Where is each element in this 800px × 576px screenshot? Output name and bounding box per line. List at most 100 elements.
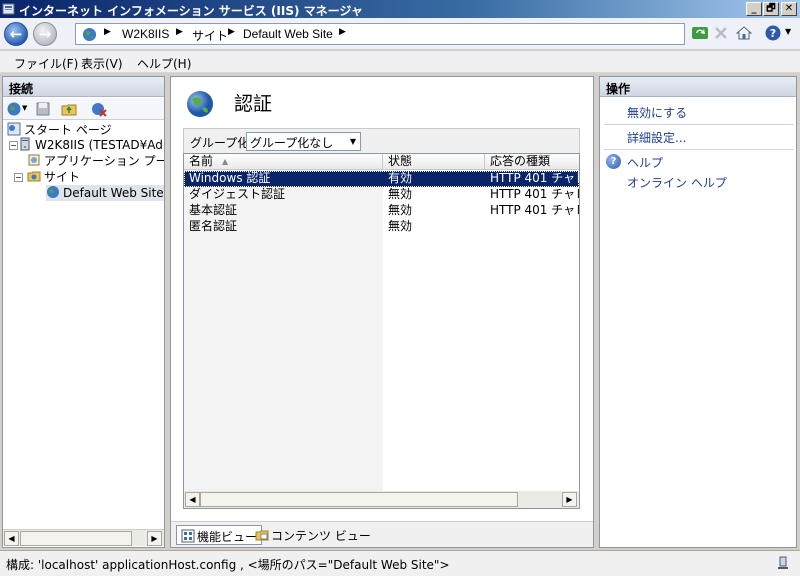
back-arrow-icon: ← <box>9 25 23 43</box>
tree-item-start-page[interactable]: スタート ページ <box>7 122 112 138</box>
scroll-left-icon[interactable]: ◀ <box>4 531 19 546</box>
connections-title: 接続 <box>3 77 164 97</box>
breadcrumb-server[interactable]: W2K8IIS <box>122 27 169 41</box>
column-header-label: 状態 <box>388 154 413 168</box>
refresh-icon[interactable] <box>691 24 709 42</box>
window-title: インターネット インフォメーション サービス (IIS) マネージャ <box>19 4 363 18</box>
tree-item-label: Default Web Site <box>63 186 164 200</box>
connections-panel: 接続 ▼ スタート ページ − W2K8IIS (TESTAD¥Administ… <box>2 76 165 548</box>
page-title: 認証 <box>234 93 273 115</box>
tree-item-app-pools[interactable]: アプリケーション プール <box>27 153 164 169</box>
column-header-label: 名前 <box>189 154 214 168</box>
sort-ascending-icon: ▲ <box>222 157 229 166</box>
help-icon[interactable]: ? <box>606 154 621 169</box>
actions-panel: 操作 無効にする 詳細設定... ? ヘルプ オンライン ヘルプ <box>599 76 797 548</box>
close-button[interactable]: ✕ <box>781 2 797 16</box>
table-row[interactable]: 基本認証 無効 HTTP 401 チャレンジ <box>184 203 579 219</box>
minimize-button[interactable]: _ <box>746 2 762 16</box>
group-by-select[interactable]: グループ化なし ▼ <box>246 132 361 151</box>
help-dropdown-icon[interactable]: ▼ <box>785 27 791 36</box>
view-tabs: 機能ビュー コンテンツ ビュー <box>171 521 593 547</box>
connections-tree: スタート ページ − W2K8IIS (TESTAD¥Administrator… <box>3 122 164 527</box>
cell-status: 無効 <box>388 219 413 233</box>
features-view-icon <box>181 529 195 543</box>
tab-label: 機能ビュー <box>197 530 258 544</box>
forward-button[interactable]: → <box>33 22 57 46</box>
up-folder-icon[interactable] <box>61 101 77 117</box>
scroll-right-icon[interactable]: ▶ <box>147 531 162 546</box>
tree-item-sites[interactable]: サイト <box>27 169 80 185</box>
tree-item-label: アプリケーション プール <box>44 154 164 168</box>
chevron-down-icon: ▼ <box>346 133 360 150</box>
cell-status: 無効 <box>388 203 413 217</box>
title-bar: インターネット インフォメーション サービス (IIS) マネージャ _ 🗗 ✕ <box>0 0 800 18</box>
table-row[interactable]: 匿名認証 無効 <box>184 219 579 235</box>
breadcrumb-arrow-icon: ▶ <box>228 27 235 37</box>
scroll-thumb[interactable] <box>200 492 518 507</box>
advanced-settings-link[interactable]: 詳細設定... <box>627 129 686 146</box>
connect-dropdown-icon[interactable]: ▼ <box>22 104 27 112</box>
tab-content-view[interactable]: コンテンツ ビュー <box>251 525 375 545</box>
breadcrumb-arrow-icon[interactable]: ▶ <box>339 27 346 37</box>
cell-name: Windows 認証 <box>189 171 271 185</box>
cell-status: 無効 <box>388 187 413 201</box>
list-header: 名前 ▲ 状態 応答の種類 <box>184 154 579 170</box>
table-row[interactable]: Windows 認証 有効 HTTP 401 チャレンジ <box>184 171 579 187</box>
help-link[interactable]: ヘルプ <box>627 154 663 171</box>
stop-icon[interactable] <box>712 24 730 42</box>
divider <box>604 149 794 150</box>
maximize-button[interactable]: 🗗 <box>763 2 779 16</box>
tree-item-default-web-site[interactable]: Default Web Site <box>46 185 164 201</box>
online-help-link[interactable]: オンライン ヘルプ <box>627 174 727 191</box>
start-page-icon <box>7 122 21 136</box>
cell-name: 匿名認証 <box>189 219 238 233</box>
actions-title: 操作 <box>600 77 796 97</box>
cell-response: HTTP 401 チャレンジ <box>490 187 579 201</box>
divider <box>604 124 794 125</box>
sites-folder-icon <box>27 171 41 182</box>
back-button[interactable]: ← <box>4 22 28 46</box>
save-icon[interactable] <box>35 101 51 117</box>
authentication-globe-icon <box>187 91 213 117</box>
cell-response: HTTP 401 チャレンジ <box>490 171 579 185</box>
breadcrumb-arrow-icon: ▶ <box>176 27 183 37</box>
menu-view[interactable]: 表示(V) <box>81 55 123 72</box>
column-header-response[interactable]: 応答の種類 <box>485 154 579 170</box>
feature-panel: 認証 グループ化: グループ化なし ▼ 名前 ▲ 状態 応答の種類 Window… <box>170 76 594 548</box>
breadcrumb-sites[interactable]: サイト <box>192 27 228 44</box>
status-bar: 構成: 'localhost' applicationHost.config ,… <box>0 550 800 576</box>
iis-app-icon <box>2 3 15 15</box>
collapse-sites-icon[interactable]: − <box>14 173 23 182</box>
group-by-label: グループ化: <box>190 136 254 150</box>
menu-bar: ファイル(F) 表示(V) ヘルプ(H) <box>0 51 800 73</box>
table-row[interactable]: ダイジェスト認証 無効 HTTP 401 チャレンジ <box>184 187 579 203</box>
forward-arrow-icon: → <box>38 25 52 43</box>
tree-item-server[interactable]: W2K8IIS (TESTAD¥Administrator) <box>7 137 164 153</box>
connect-icon[interactable] <box>6 101 22 117</box>
svg-text:?: ? <box>770 27 776 40</box>
menu-file[interactable]: ファイル(F) <box>14 55 78 72</box>
address-bar[interactable]: ▶ W2K8IIS ▶ サイト ▶ Default Web Site ▶ <box>75 23 685 45</box>
disable-link[interactable]: 無効にする <box>627 104 687 121</box>
globe-icon <box>82 27 97 42</box>
list-horizontal-scrollbar[interactable]: ◀ ▶ <box>184 491 579 508</box>
server-icon <box>20 137 30 151</box>
home-icon[interactable] <box>735 24 753 42</box>
breadcrumb-arrow-icon: ▶ <box>104 27 111 37</box>
scroll-thumb[interactable] <box>20 531 132 546</box>
navigation-bar: ← → ▶ W2K8IIS ▶ サイト ▶ Default Web Site ▶… <box>0 18 800 50</box>
disconnect-icon[interactable] <box>91 101 107 117</box>
tree-item-label: スタート ページ <box>24 123 112 137</box>
scroll-left-icon[interactable]: ◀ <box>185 492 200 507</box>
tab-label: コンテンツ ビュー <box>271 529 371 543</box>
content-view-icon <box>255 530 269 541</box>
help-icon[interactable]: ? <box>764 24 782 42</box>
tree-horizontal-scrollbar[interactable]: ◀ ▶ <box>3 529 164 546</box>
status-text: 構成: 'localhost' applicationHost.config ,… <box>6 558 450 572</box>
column-header-name[interactable]: 名前 ▲ <box>184 154 383 170</box>
column-header-status[interactable]: 状態 <box>383 154 485 170</box>
menu-help[interactable]: ヘルプ(H) <box>137 55 191 72</box>
breadcrumb-site[interactable]: Default Web Site <box>243 27 333 41</box>
scroll-right-icon[interactable]: ▶ <box>562 492 577 507</box>
tab-features-view[interactable]: 機能ビュー <box>176 525 263 545</box>
